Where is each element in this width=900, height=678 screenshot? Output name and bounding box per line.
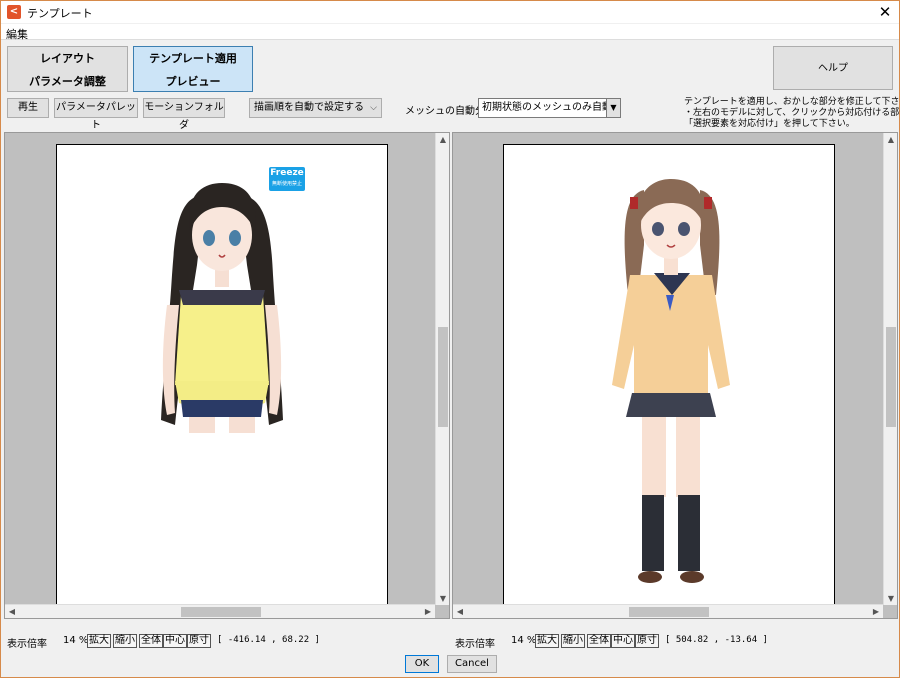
instruction-line: テンプレートを適用し、おかしな部分を修正して下さい。 [684, 97, 900, 107]
left-character-image [161, 183, 283, 433]
scroll-down-icon[interactable]: ▼ [884, 594, 897, 603]
scroll-left-icon[interactable]: ◀ [5, 607, 19, 616]
right-status-bar: 表示倍率 14 % 拡大 縮小 全体 中心 原寸 [ 504.82 , -13.… [455, 634, 895, 650]
fit-all-button[interactable]: 全体 [139, 634, 163, 648]
left-model-canvas[interactable]: Freeze 無断使用禁止 [56, 144, 388, 610]
ok-button[interactable]: OK [405, 655, 439, 673]
instructions-text: テンプレートを適用し、おかしな部分を修正して下さい。 ・左右のモデルに対して、ク… [684, 97, 900, 130]
right-vertical-scrollbar[interactable]: ▲ ▼ [883, 133, 897, 605]
instruction-line: ・左右のモデルに対して、クリックから対応付ける部位を選び、 [684, 108, 900, 118]
zoom-out-button[interactable]: 縮小 [113, 634, 137, 648]
mesh-split-select[interactable]: 初期状態のメッシュのみ自動分割 ▼ [478, 98, 621, 118]
window-title: テンプレート [27, 7, 93, 20]
center-button[interactable]: 中心 [163, 634, 187, 648]
instruction-line: 「選択要素を対応付け」を押して下さい。 [684, 119, 855, 129]
tab-layout[interactable]: レイアウト パラメータ調整 [7, 46, 128, 92]
actual-size-button[interactable]: 原寸 [187, 634, 211, 648]
tab-template-line1: テンプレート適用 [149, 52, 237, 65]
zoom-out-button[interactable]: 縮小 [561, 634, 585, 648]
left-status-bar: 表示倍率 14 % 拡大 縮小 全体 中心 原寸 [ -416.14 , 68.… [7, 634, 447, 650]
template-window: < テンプレート ✕ 編集 レイアウト パラメータ調整 テンプレート適用 プレビ… [0, 0, 900, 678]
scroll-left-icon[interactable]: ◀ [453, 607, 467, 616]
scroll-up-icon[interactable]: ▲ [436, 135, 449, 144]
draw-order-dropdown[interactable]: 描画順を自動で設定する ⌵ [249, 98, 382, 118]
menu-edit[interactable]: 編集 [6, 26, 28, 42]
center-button[interactable]: 中心 [611, 634, 635, 648]
zoom-in-button[interactable]: 拡大 [535, 634, 559, 648]
right-horizontal-scroll-thumb[interactable] [629, 607, 709, 617]
scroll-down-icon[interactable]: ▼ [436, 594, 449, 603]
close-button[interactable]: ✕ [875, 2, 895, 22]
cancel-button[interactable]: Cancel [447, 655, 497, 673]
title-bar: < テンプレート ✕ [1, 1, 899, 23]
tab-template-line2: プレビュー [165, 75, 221, 88]
scroll-right-icon[interactable]: ▶ [869, 607, 883, 616]
app-logo-icon: < [7, 5, 21, 19]
right-vertical-scroll-thumb[interactable] [886, 327, 896, 427]
left-horizontal-scrollbar[interactable]: ◀ ▶ [5, 604, 435, 618]
tab-layout-line2: パラメータ調整 [29, 75, 106, 88]
zoom-value: 14 % [63, 635, 89, 646]
freeze-badge: Freeze 無断使用禁止 [269, 167, 305, 191]
help-button[interactable]: ヘルプ [773, 46, 893, 90]
left-horizontal-scroll-thumb[interactable] [181, 607, 261, 617]
zoom-in-button[interactable]: 拡大 [87, 634, 111, 648]
right-character-image [612, 179, 730, 583]
cursor-coordinates: [ 504.82 , -13.64 ] [665, 635, 768, 645]
zoom-label: 表示倍率 [455, 639, 495, 650]
tab-template-apply[interactable]: テンプレート適用 プレビュー [133, 46, 253, 92]
motion-folder-button[interactable]: モーションフォルダ [143, 98, 225, 131]
right-horizontal-scrollbar[interactable]: ◀ ▶ [453, 604, 883, 618]
left-vertical-scroll-thumb[interactable] [438, 327, 448, 427]
freeze-badge-subtitle: 無断使用禁止 [271, 181, 302, 187]
cursor-coordinates: [ -416.14 , 68.22 ] [217, 635, 320, 645]
scroll-up-icon[interactable]: ▲ [884, 135, 897, 144]
zoom-value: 14 % [511, 635, 537, 646]
zoom-label: 表示倍率 [7, 639, 47, 650]
parameter-palette-button[interactable]: パラメータパレット [54, 98, 138, 131]
mesh-split-value: 初期状態のメッシュのみ自動分割 [482, 102, 621, 113]
scroll-right-icon[interactable]: ▶ [421, 607, 435, 616]
menu-bar: 編集 [1, 24, 899, 42]
left-model-viewport[interactable]: Freeze 無断使用禁止 ▲ ▼ ◀ ▶ [4, 132, 450, 619]
actual-size-button[interactable]: 原寸 [635, 634, 659, 648]
tab-layout-line1: レイアウト [40, 52, 95, 65]
right-model-viewport[interactable]: ▲ ▼ ◀ ▶ [452, 132, 898, 619]
fit-all-button[interactable]: 全体 [587, 634, 611, 648]
dropdown-arrow-icon[interactable]: ▼ [606, 99, 620, 117]
right-model-canvas[interactable] [503, 144, 835, 610]
chevron-down-icon: ⌵ [370, 103, 377, 113]
draw-order-value: 描画順を自動で設定する [254, 102, 364, 113]
freeze-badge-title: Freeze [270, 168, 304, 178]
play-button[interactable]: 再生 [7, 98, 49, 118]
left-vertical-scrollbar[interactable]: ▲ ▼ [435, 133, 449, 605]
